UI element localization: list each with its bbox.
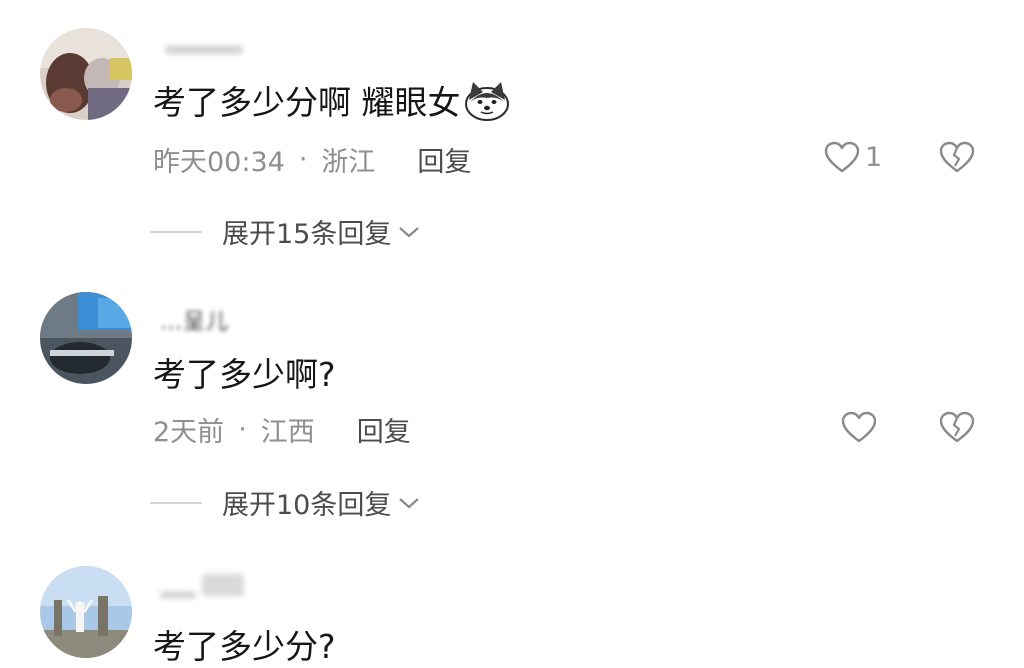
- dislike-button[interactable]: [938, 410, 976, 448]
- comment-location: 浙江: [321, 147, 376, 178]
- broken-heart-icon: [939, 141, 975, 173]
- comment-text: 考了多少啊?: [153, 348, 336, 396]
- username-redacted: [160, 592, 196, 598]
- comment-text-label: 考了多少啊?: [153, 355, 336, 394]
- avatar[interactable]: [40, 566, 132, 658]
- comment-meta: 昨天00:34 · 浙江 回复: [153, 140, 471, 179]
- expand-divider: [150, 501, 202, 504]
- comment-time: 昨天00:34: [153, 147, 285, 178]
- broken-heart-icon: [939, 411, 975, 443]
- username-redacted: [202, 574, 244, 596]
- comment-text-label: 考了多少分啊 耀眼女: [153, 83, 461, 122]
- heart-icon: [824, 141, 860, 173]
- dislike-button[interactable]: [938, 140, 976, 178]
- expand-replies-label: 展开15条回复: [222, 219, 392, 250]
- meta-separator: ·: [298, 144, 308, 175]
- reply-button[interactable]: 回复: [417, 140, 471, 179]
- avatar[interactable]: [40, 28, 132, 120]
- reply-button[interactable]: 回复: [357, 410, 411, 449]
- like-count: 1: [865, 141, 883, 173]
- meta-separator: ·: [238, 414, 247, 445]
- comment-meta: 2天前 · 江西 回复: [153, 410, 411, 449]
- expand-replies-button[interactable]: 展开10条回复: [150, 483, 421, 522]
- comment-text: 考了多少分啊 耀眼女: [153, 76, 511, 124]
- comment-text: 考了多少分?: [153, 620, 336, 668]
- username-redacted: [165, 46, 243, 54]
- comment-time: 2天前: [153, 417, 225, 448]
- comment-text-label: 考了多少分?: [153, 627, 336, 666]
- heart-icon: [841, 411, 877, 443]
- avatar[interactable]: [40, 292, 132, 384]
- chevron-down-icon: [399, 497, 420, 508]
- like-button[interactable]: 1: [823, 140, 882, 174]
- expand-divider: [150, 230, 202, 233]
- expand-replies-button[interactable]: 展开15条回复: [150, 212, 421, 251]
- comment-username[interactable]: …呈儿: [160, 304, 229, 336]
- like-button[interactable]: [840, 410, 882, 444]
- comment-location: 江西: [260, 417, 315, 448]
- chevron-down-icon: [399, 226, 420, 237]
- husky-dog-icon: [463, 78, 511, 122]
- expand-replies-label: 展开10条回复: [222, 490, 392, 521]
